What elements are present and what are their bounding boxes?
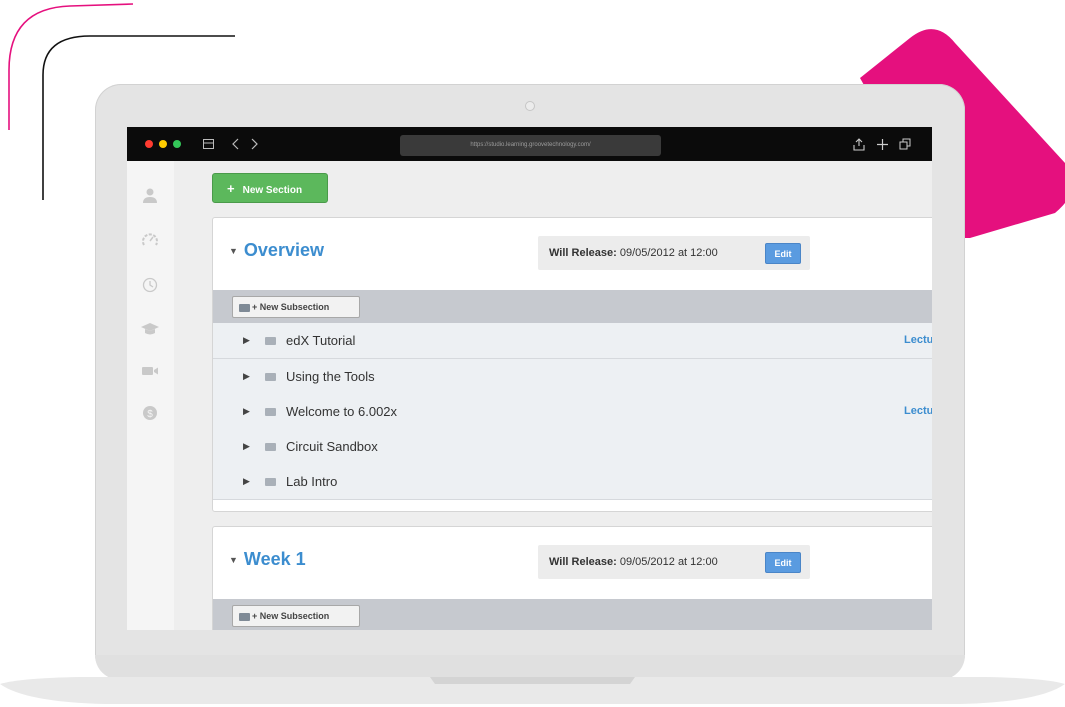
minimize-window-dot[interactable] (159, 140, 167, 148)
folder-icon (265, 408, 276, 416)
new-subsection-button[interactable]: + New Subsection (232, 296, 360, 318)
subsection-row[interactable]: ▶ Lab Intro (213, 464, 932, 500)
new-section-label: New Section (242, 185, 303, 196)
folder-icon (265, 478, 276, 486)
clock-icon[interactable] (140, 275, 160, 295)
release-label: Will Release: (549, 556, 617, 568)
subsection-type-link[interactable]: Lectu (904, 394, 932, 429)
plus-icon: + (252, 302, 260, 312)
laptop-screen: https://studio.learning.groovetechnology… (127, 127, 932, 630)
subsection-row[interactable]: ▶ Welcome to 6.002x Lectu (213, 394, 932, 430)
dashboard-icon[interactable] (140, 231, 160, 251)
browser-toolbar: https://studio.learning.groovetechnology… (127, 127, 932, 161)
expand-arrow-icon[interactable]: ▶ (243, 394, 250, 429)
folder-icon (239, 303, 250, 312)
folder-icon (265, 337, 276, 345)
subsection-label: Lab Intro (286, 474, 338, 489)
subsection-row[interactable]: ▶ Using the Tools (213, 359, 932, 395)
tabs-icon[interactable] (899, 138, 911, 150)
expand-arrow-icon[interactable]: ▶ (243, 359, 250, 394)
expand-arrow-icon[interactable]: ▶ (243, 464, 250, 499)
section-title-text: Week 1 (243, 549, 306, 569)
section-week-1: ▼ Week 1 Will Release: 09/05/2012 at 12:0… (212, 526, 932, 630)
subsection-label: edX Tutorial (286, 333, 356, 348)
expand-arrow-icon[interactable]: ▶ (243, 323, 250, 358)
new-section-button[interactable]: + New Section (212, 173, 328, 203)
camera-icon (525, 101, 535, 111)
collapse-triangle-icon[interactable]: ▼ (229, 555, 238, 565)
svg-text:$: $ (147, 409, 153, 420)
subsection-row[interactable]: ▶ Circuit Sandbox (213, 429, 932, 465)
course-outline: + New Section ▼ Overview Will Release: 09/… (174, 161, 932, 630)
address-bar[interactable]: https://studio.learning.groovetechnology… (400, 135, 661, 156)
folder-icon (265, 373, 276, 381)
expand-arrow-icon[interactable]: ▶ (243, 429, 250, 464)
collapse-triangle-icon[interactable]: ▼ (229, 246, 238, 256)
app-sidebar: $ (127, 161, 175, 630)
subsection-label: Welcome to 6.002x (286, 404, 398, 419)
subsection-type-link[interactable]: Lectu (904, 323, 932, 358)
plus-icon: + (227, 181, 235, 196)
new-tab-icon[interactable] (877, 139, 888, 150)
release-info: Will Release: 09/05/2012 at 12:00 Edit (538, 545, 810, 579)
edit-release-button[interactable]: Edit (765, 243, 801, 264)
video-icon[interactable] (140, 361, 160, 381)
sidebar-toggle-icon[interactable] (203, 139, 214, 149)
folder-icon (265, 443, 276, 451)
edit-release-button[interactable]: Edit (765, 552, 801, 573)
maximize-window-dot[interactable] (173, 140, 181, 148)
subsection-toolbar: + New Subsection (213, 599, 932, 630)
section-title-text: Overview (243, 240, 324, 260)
dollar-icon[interactable]: $ (140, 403, 160, 423)
close-window-dot[interactable] (145, 140, 153, 148)
user-icon[interactable] (140, 186, 160, 206)
section-title[interactable]: ▼ Overview (229, 240, 324, 261)
subsection-label: Using the Tools (286, 369, 375, 384)
back-forward-icon[interactable] (232, 138, 258, 150)
graduation-cap-icon[interactable] (140, 319, 160, 339)
release-info: Will Release: 09/05/2012 at 12:00 Edit (538, 236, 810, 270)
release-label: Will Release: (549, 247, 617, 259)
plus-icon: + (252, 611, 260, 621)
subsection-toolbar: + New Subsection (213, 290, 932, 323)
new-subsection-button[interactable]: + New Subsection (232, 605, 360, 627)
laptop-base (0, 677, 1065, 704)
subsection-label: Circuit Sandbox (286, 439, 378, 454)
section-title[interactable]: ▼ Week 1 (229, 549, 306, 570)
new-subsection-label: New Subsection (259, 302, 330, 312)
subsection-row[interactable]: ▶ edX Tutorial Lectu (213, 323, 932, 359)
release-date: 09/05/2012 at 12:00 (619, 556, 718, 568)
section-overview: ▼ Overview Will Release: 09/05/2012 at 12… (212, 217, 932, 512)
share-icon[interactable] (853, 138, 865, 151)
folder-icon (239, 612, 250, 621)
release-date: 09/05/2012 at 12:00 (619, 247, 718, 259)
new-subsection-label: New Subsection (259, 611, 330, 621)
